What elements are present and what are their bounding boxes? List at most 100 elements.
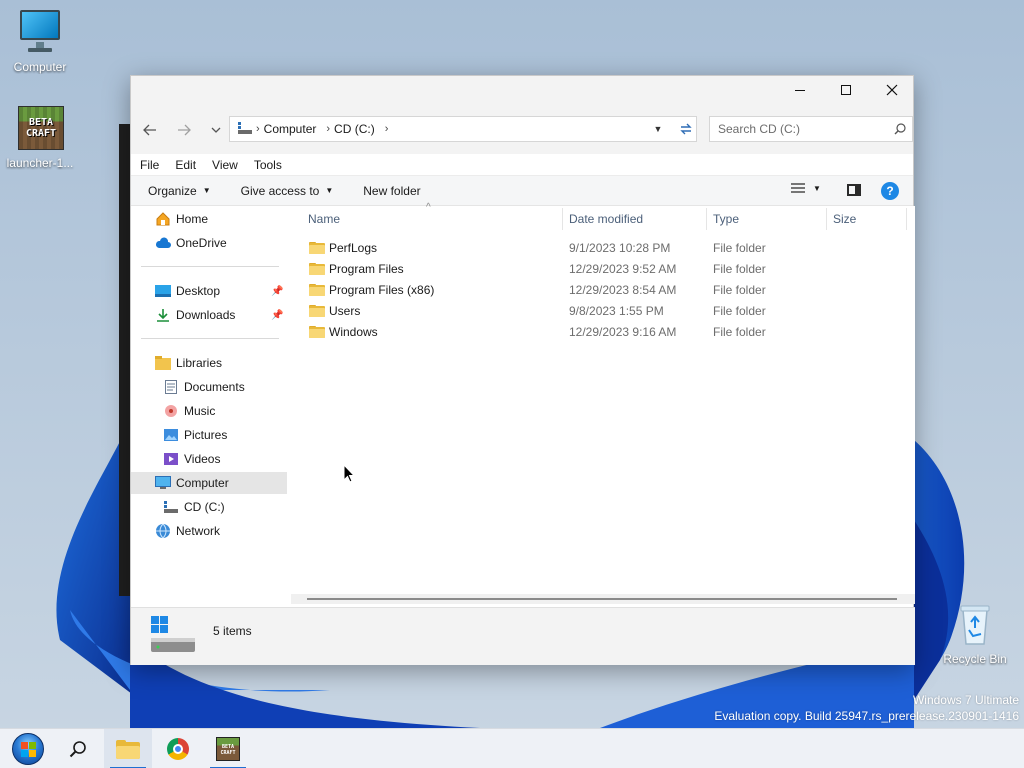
breadcrumb-computer[interactable]: Computer bbox=[264, 122, 317, 136]
betacraft-icon: BETA CRAFT bbox=[216, 737, 240, 761]
nav-item-home[interactable]: Home bbox=[131, 208, 287, 230]
desktop-icon-recycle-bin[interactable]: Recycle Bin bbox=[935, 600, 1015, 666]
desktop-icon-label: Recycle Bin bbox=[943, 652, 1007, 666]
nav-item-cd-c[interactable]: CD (C:) bbox=[131, 496, 287, 518]
file-row[interactable]: Program Files (x86) 12/29/2023 8:54 AM Fil… bbox=[301, 280, 901, 301]
nav-label: Downloads bbox=[176, 308, 236, 322]
nav-label: CD (C:) bbox=[184, 500, 225, 514]
file-row[interactable]: Program Files 12/29/2023 9:52 AM File fold… bbox=[301, 259, 901, 280]
column-header-type[interactable]: Type bbox=[713, 206, 739, 232]
preview-pane-button[interactable] bbox=[847, 184, 861, 196]
sort-ascending-icon: ^ bbox=[426, 202, 431, 213]
file-row[interactable]: Windows 12/29/2023 9:16 AM File folder bbox=[301, 322, 901, 343]
column-divider[interactable] bbox=[826, 208, 827, 230]
nav-label: Network bbox=[176, 524, 221, 538]
address-bar[interactable]: › Computer › CD (C:) › bbox=[229, 116, 697, 142]
close-icon bbox=[886, 84, 898, 96]
content-area: Home OneDrive Desktop 📌 Downloads 📌 Libr… bbox=[131, 202, 915, 604]
evaluation-watermark: Windows 7 Ultimate Evaluation copy. Buil… bbox=[714, 692, 1019, 724]
taskbar-chrome[interactable] bbox=[154, 729, 202, 768]
back-button[interactable] bbox=[137, 117, 163, 143]
nav-item-onedrive[interactable]: OneDrive bbox=[131, 232, 287, 254]
file-name: Windows bbox=[329, 325, 378, 339]
address-dropdown-button[interactable]: ▼ bbox=[647, 116, 669, 142]
title-bar[interactable] bbox=[131, 76, 913, 104]
navigation-bar: › Computer › CD (C:) › ▼ Search CD (C:) bbox=[131, 104, 913, 154]
file-name: Program Files (x86) bbox=[329, 283, 435, 297]
help-button[interactable]: ? bbox=[881, 182, 899, 200]
nav-item-music[interactable]: Music bbox=[131, 400, 287, 422]
nav-label: Computer bbox=[176, 476, 229, 490]
folder-icon bbox=[309, 262, 325, 279]
new-folder-button[interactable]: New folder bbox=[363, 184, 420, 198]
explorer-window: › Computer › CD (C:) › ▼ Search CD (C:) … bbox=[130, 75, 915, 665]
horizontal-scrollbar-thumb[interactable] bbox=[307, 598, 897, 600]
nav-item-libraries[interactable]: Libraries bbox=[131, 352, 287, 374]
nav-item-downloads[interactable]: Downloads 📌 bbox=[131, 304, 287, 326]
change-view-button[interactable]: ▼ bbox=[791, 183, 821, 193]
column-divider[interactable] bbox=[906, 208, 907, 230]
taskbar-search-button[interactable] bbox=[54, 729, 102, 768]
taskbar-file-explorer[interactable] bbox=[104, 729, 152, 768]
give-access-button[interactable]: Give access to ▼ bbox=[241, 184, 334, 198]
desktop-icon-launcher[interactable]: BETA CRAFT launcher-1... bbox=[0, 104, 80, 170]
recent-locations-button[interactable] bbox=[203, 117, 229, 143]
organize-button[interactable]: Organize ▼ bbox=[148, 184, 211, 198]
maximize-button[interactable] bbox=[823, 76, 869, 104]
start-button[interactable] bbox=[4, 729, 52, 768]
menu-view[interactable]: View bbox=[212, 158, 238, 172]
nav-item-documents[interactable]: Documents bbox=[131, 376, 287, 398]
forward-button[interactable] bbox=[171, 117, 197, 143]
breadcrumb-separator: › bbox=[256, 123, 260, 135]
column-header-size[interactable]: Size bbox=[833, 206, 856, 232]
arrow-right-icon bbox=[178, 124, 191, 136]
refresh-button[interactable] bbox=[673, 116, 699, 142]
column-divider[interactable] bbox=[706, 208, 707, 230]
nav-item-network[interactable]: Network bbox=[131, 520, 287, 542]
folder-icon bbox=[309, 241, 325, 258]
nav-item-computer[interactable]: Computer bbox=[131, 472, 287, 494]
minimize-button[interactable] bbox=[777, 76, 823, 104]
menu-edit[interactable]: Edit bbox=[175, 158, 196, 172]
breadcrumb-cd-c[interactable]: CD (C:) bbox=[334, 122, 375, 136]
desktop-icon-computer[interactable]: Computer bbox=[0, 8, 80, 74]
drive-icon bbox=[238, 121, 252, 137]
file-row[interactable]: PerfLogs 9/1/2023 10:28 PM File folder bbox=[301, 238, 901, 259]
nav-item-videos[interactable]: Videos bbox=[131, 448, 287, 470]
maximize-icon bbox=[841, 85, 851, 95]
music-icon bbox=[163, 403, 179, 419]
caret-down-icon: ▼ bbox=[202, 186, 211, 195]
chevron-down-icon bbox=[211, 127, 221, 133]
breadcrumb-separator: › bbox=[326, 123, 331, 135]
nav-item-pictures[interactable]: Pictures bbox=[131, 424, 287, 446]
close-button[interactable] bbox=[869, 76, 915, 104]
menu-tools[interactable]: Tools bbox=[254, 158, 282, 172]
download-icon bbox=[155, 307, 171, 323]
file-date-modified: 12/29/2023 9:16 AM bbox=[569, 325, 677, 339]
command-bar: Organize ▼ Give access to ▼ New folder ▼ ? bbox=[131, 176, 913, 206]
menu-file[interactable]: File bbox=[140, 158, 159, 172]
caret-down-icon: ▼ bbox=[325, 186, 334, 195]
menu-bar: File Edit View Tools bbox=[131, 154, 913, 176]
nav-item-desktop[interactable]: Desktop 📌 bbox=[131, 280, 287, 302]
file-type: File folder bbox=[713, 325, 766, 339]
nav-label: Videos bbox=[184, 452, 221, 466]
column-header-date[interactable]: Date modified bbox=[569, 206, 643, 232]
file-name: PerfLogs bbox=[329, 241, 378, 255]
betacraft-icon: BETA CRAFT bbox=[16, 104, 64, 152]
search-icon bbox=[888, 123, 912, 135]
search-box[interactable]: Search CD (C:) bbox=[709, 116, 913, 142]
computer-icon bbox=[16, 8, 64, 56]
folder-icon bbox=[309, 283, 325, 300]
arrow-left-icon bbox=[143, 124, 156, 136]
list-view-icon bbox=[791, 183, 805, 193]
nav-label: OneDrive bbox=[176, 236, 227, 250]
file-list-pane: ^ Name Date modified Type Size PerfLogs 9… bbox=[291, 202, 915, 604]
recycle-bin-icon bbox=[951, 600, 999, 648]
column-divider[interactable] bbox=[562, 208, 563, 230]
search-input[interactable]: Search CD (C:) bbox=[718, 122, 888, 136]
file-row[interactable]: Users 9/8/2023 1:55 PM File folder bbox=[301, 301, 901, 322]
column-header-name[interactable]: Name bbox=[308, 206, 340, 232]
cloud-icon bbox=[155, 235, 171, 251]
taskbar-betacraft[interactable]: BETA CRAFT bbox=[204, 729, 252, 768]
